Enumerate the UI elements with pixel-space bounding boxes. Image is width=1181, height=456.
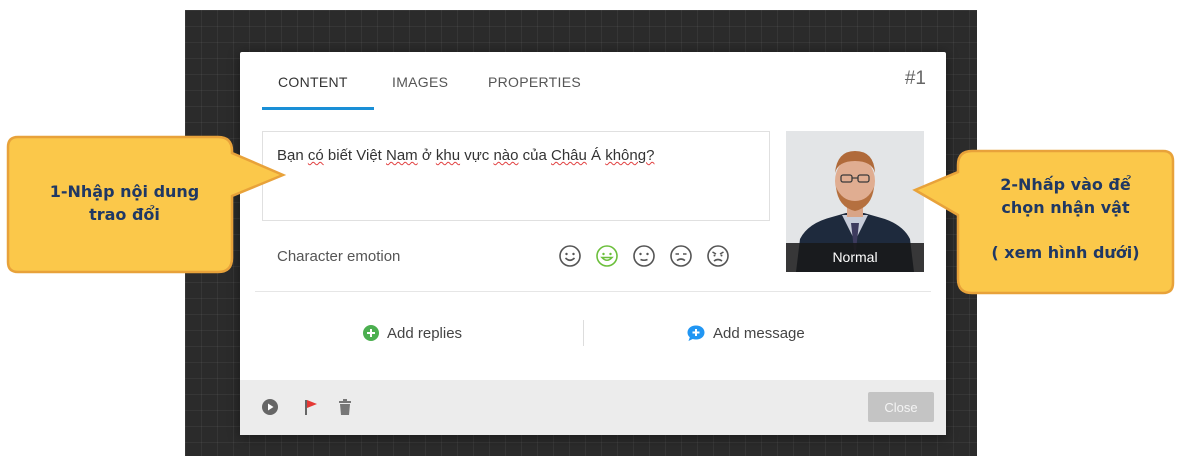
callout-right-line3: ( xem hình dưới)	[991, 243, 1140, 262]
actions-divider	[583, 320, 584, 346]
smile-face-icon[interactable]	[558, 244, 582, 268]
dialog-footer: Close	[240, 380, 946, 435]
add-replies-button[interactable]: Add replies	[362, 324, 462, 342]
add-message-button[interactable]: Add message	[686, 324, 805, 342]
character-emotion-label: Character emotion	[277, 248, 401, 265]
tab-properties[interactable]: PROPERTIES	[488, 74, 581, 110]
tab-bar: CONTENT IMAGES PROPERTIES #1	[240, 52, 946, 110]
happy-face-icon[interactable]	[595, 244, 619, 268]
add-message-label: Add message	[713, 324, 805, 342]
callout-left-line1: 1-Nhập nội dung	[49, 182, 200, 201]
message-dialog: CONTENT IMAGES PROPERTIES #1 Bạn có biết…	[240, 52, 946, 435]
active-tab-indicator	[262, 107, 374, 110]
callout-right-text: 2-Nhấp vào để chọn nhận vật ( xem hình d…	[962, 173, 1169, 264]
message-text-input[interactable]: Bạn có biết Việt Nam ở khu vực nào của C…	[262, 131, 770, 221]
sad-face-icon[interactable]	[669, 244, 693, 268]
play-icon[interactable]	[261, 398, 279, 416]
tab-images[interactable]: IMAGES	[392, 74, 448, 110]
character-emotion-name: Normal	[786, 243, 924, 272]
angry-face-icon[interactable]	[706, 244, 730, 268]
character-picker[interactable]: Normal	[786, 131, 924, 272]
section-divider	[255, 291, 931, 292]
trash-icon[interactable]	[336, 398, 354, 416]
callout-right-line1: 2-Nhấp vào để	[1000, 175, 1131, 194]
chat-plus-icon	[687, 325, 705, 341]
callout-right-line2: chọn nhận vật	[1001, 198, 1130, 217]
dialog-number: #1	[904, 68, 926, 89]
callout-left-line2: trao đổi	[89, 205, 160, 224]
flag-icon[interactable]	[302, 398, 320, 416]
close-button[interactable]: Close	[868, 392, 934, 422]
neutral-face-icon[interactable]	[632, 244, 656, 268]
plus-circle-icon	[363, 325, 379, 341]
tab-content[interactable]: CONTENT	[278, 74, 348, 110]
callout-left-text: 1-Nhập nội dung trao đổi	[22, 180, 227, 226]
add-replies-label: Add replies	[387, 324, 463, 342]
